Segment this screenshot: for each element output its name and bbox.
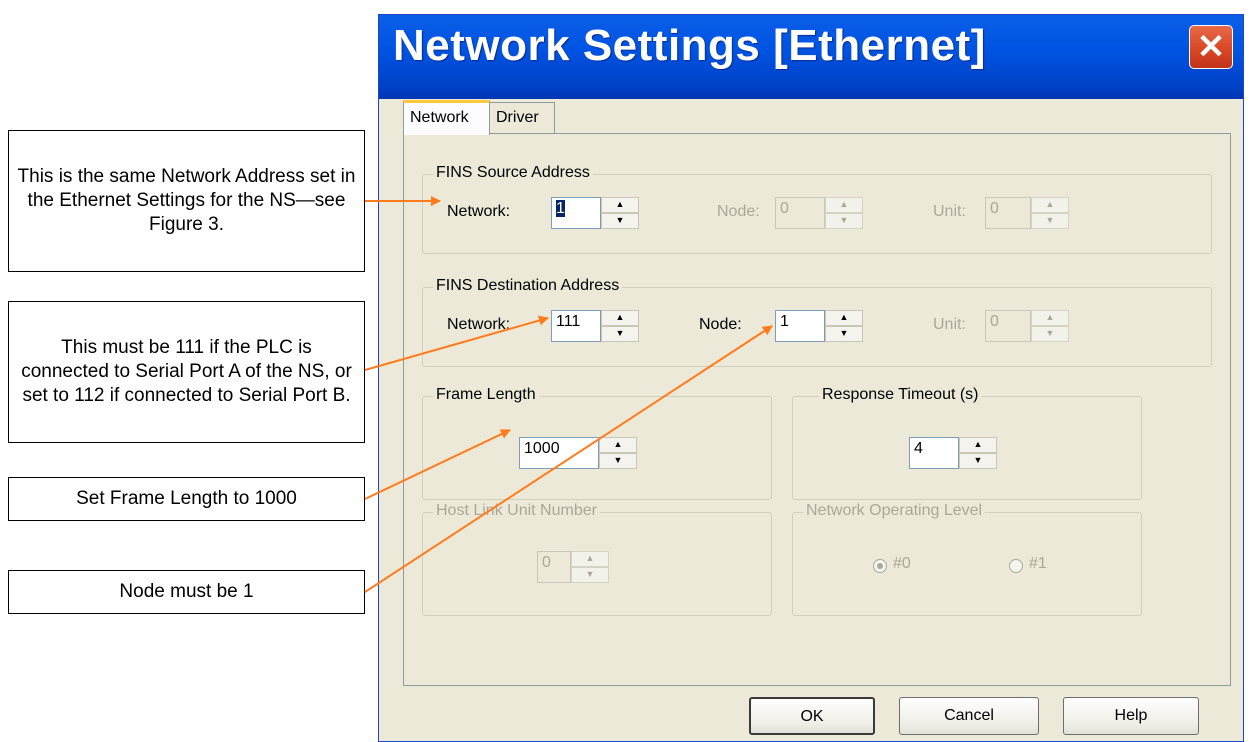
tab-network[interactable]: Network: [403, 100, 490, 135]
spin-down-button[interactable]: ▼: [601, 326, 639, 342]
network-tab-panel: FINS Source Address Network: 1 ▲ ▼ Node: …: [403, 133, 1231, 686]
destination-node-label: Node:: [699, 316, 742, 333]
destination-node-input[interactable]: 1: [775, 310, 825, 342]
destination-network-stepper[interactable]: 111 ▲ ▼: [551, 310, 639, 342]
frame-length-input[interactable]: 1000: [519, 437, 599, 469]
host-link-stepper[interactable]: 0 ▲ ▼: [537, 551, 609, 583]
tab-driver[interactable]: Driver: [489, 102, 555, 134]
source-unit-stepper[interactable]: 0 ▲ ▼: [985, 197, 1069, 229]
source-network-value: 1: [556, 200, 565, 217]
spin-up-button[interactable]: ▲: [571, 551, 609, 567]
destination-unit-label: Unit:: [933, 316, 966, 333]
spin-down-button[interactable]: ▼: [825, 326, 863, 342]
group-legend: Host Link Unit Number: [433, 502, 600, 520]
source-network-label: Network:: [447, 203, 511, 220]
spin-up-button[interactable]: ▲: [959, 437, 997, 453]
group-legend: Response Timeout (s): [819, 386, 982, 404]
level-1-radio[interactable]: [1009, 559, 1023, 573]
spin-up-button[interactable]: ▲: [601, 310, 639, 326]
destination-network-input[interactable]: 111: [551, 310, 601, 342]
spin-up-button[interactable]: ▲: [1031, 197, 1069, 213]
host-link-input[interactable]: 0: [537, 551, 571, 583]
group-legend: FINS Source Address: [433, 164, 593, 182]
spin-down-button[interactable]: ▼: [601, 213, 639, 229]
close-icon: ✕: [1196, 28, 1226, 66]
callout-text: Set Frame Length to 1000: [76, 488, 297, 509]
source-node-input[interactable]: 0: [775, 197, 825, 229]
ok-button[interactable]: OK: [749, 697, 875, 735]
title-bar[interactable]: Network Settings [Ethernet] ✕: [379, 15, 1243, 99]
fins-destination-group: FINS Destination Address Network: 111 ▲ ▼…: [422, 277, 1212, 367]
source-unit-label: Unit:: [933, 203, 966, 220]
destination-unit-input[interactable]: 0: [985, 310, 1031, 342]
help-button[interactable]: Help: [1063, 697, 1199, 735]
destination-unit-stepper[interactable]: 0 ▲ ▼: [985, 310, 1069, 342]
host-link-group: Host Link Unit Number 0 ▲ ▼: [422, 502, 772, 616]
network-level-group: Network Operating Level #0 #1: [792, 502, 1142, 616]
close-button[interactable]: ✕: [1189, 25, 1233, 69]
network-settings-dialog: Network Settings [Ethernet] ✕ Network Dr…: [378, 14, 1244, 742]
destination-network-label: Network:: [447, 316, 511, 333]
source-node-stepper[interactable]: 0 ▲ ▼: [775, 197, 863, 229]
cancel-button[interactable]: Cancel: [899, 697, 1039, 735]
group-legend: Network Operating Level: [803, 502, 986, 520]
spin-down-button[interactable]: ▼: [599, 453, 637, 469]
level-0-radio[interactable]: [873, 559, 887, 573]
callout-frame-length: Set Frame Length to 1000: [8, 477, 365, 521]
level-0-label: #0: [893, 555, 911, 572]
level-1-label: #1: [1029, 555, 1047, 572]
group-legend: FINS Destination Address: [433, 277, 623, 295]
source-network-stepper[interactable]: 1 ▲ ▼: [551, 197, 639, 229]
spin-down-button[interactable]: ▼: [1031, 213, 1069, 229]
spin-up-button[interactable]: ▲: [599, 437, 637, 453]
spin-up-button[interactable]: ▲: [825, 310, 863, 326]
callout-node: Node must be 1: [8, 570, 365, 614]
spin-down-button[interactable]: ▼: [1031, 326, 1069, 342]
spin-up-button[interactable]: ▲: [825, 197, 863, 213]
destination-node-stepper[interactable]: 1 ▲ ▼: [775, 310, 863, 342]
callout-text: Node must be 1: [119, 581, 254, 602]
fins-source-group: FINS Source Address Network: 1 ▲ ▼ Node: …: [422, 164, 1212, 254]
response-timeout-group: Response Timeout (s) 4 ▲ ▼: [792, 386, 1142, 500]
spin-down-button[interactable]: ▼: [959, 453, 997, 469]
response-timeout-input[interactable]: 4: [909, 437, 959, 469]
callout-text: This must be 111 if the PLC is connected…: [21, 337, 352, 406]
spin-up-button[interactable]: ▲: [601, 197, 639, 213]
frame-length-stepper[interactable]: 1000 ▲ ▼: [519, 437, 637, 469]
spin-down-button[interactable]: ▼: [825, 213, 863, 229]
frame-length-group: Frame Length 1000 ▲ ▼: [422, 386, 772, 500]
source-node-label: Node:: [717, 203, 760, 220]
dialog-title: Network Settings [Ethernet]: [393, 21, 986, 70]
callout-text: This is the same Network Address set in …: [17, 166, 356, 235]
spin-down-button[interactable]: ▼: [571, 567, 609, 583]
source-network-input[interactable]: 1: [551, 197, 601, 229]
source-unit-input[interactable]: 0: [985, 197, 1031, 229]
callout-network-address: This is the same Network Address set in …: [8, 130, 365, 272]
callout-destination-network: This must be 111 if the PLC is connected…: [8, 301, 365, 443]
response-timeout-stepper[interactable]: 4 ▲ ▼: [909, 437, 997, 469]
spin-up-button[interactable]: ▲: [1031, 310, 1069, 326]
group-legend: Frame Length: [433, 386, 539, 404]
